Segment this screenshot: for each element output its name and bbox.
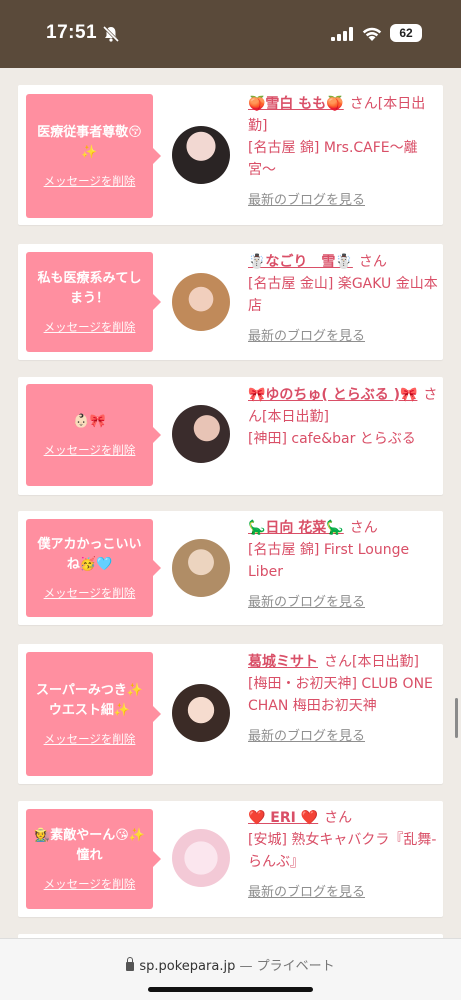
cast-name-link[interactable]: ☃️なごり 雪☃️ bbox=[248, 254, 353, 270]
wifi-icon bbox=[362, 27, 382, 41]
cast-name-link[interactable]: 🦕日向 花菜🦕 bbox=[248, 520, 344, 536]
attendance-status: [本日出勤] bbox=[262, 409, 329, 425]
message-bubble: 👶🏻🎀 メッセージを削除 bbox=[26, 384, 161, 486]
scrollbar-thumb[interactable] bbox=[455, 698, 458, 738]
delete-message-link[interactable]: メッセージを削除 bbox=[44, 173, 136, 189]
message-card: 🧑‍🌾素敵やーん😘✨憧れ メッセージを削除 ❤️ ERI ❤️ さん [安城] 熟… bbox=[18, 801, 443, 917]
avatar[interactable] bbox=[172, 126, 230, 184]
url-separator: — bbox=[235, 959, 257, 974]
delete-message-link[interactable]: メッセージを削除 bbox=[44, 876, 136, 892]
message-bubble: 🧑‍🌾素敵やーん😘✨憧れ メッセージを削除 bbox=[26, 809, 161, 909]
cast-name-link[interactable]: 🍑雪白 もも🍑 bbox=[248, 96, 344, 112]
cast-info: 葛城ミサト さん[本日出勤] [梅田・お初天神] CLUB ONE CHAN 梅田… bbox=[248, 651, 438, 744]
message-text: スーパーみつき✨ウエスト細✨ bbox=[35, 683, 144, 718]
shop-name: [梅田・お初天神] CLUB ONE CHAN 梅田お初天神 bbox=[248, 676, 433, 714]
message-text: 🧑‍🌾素敵やーん😘✨憧れ bbox=[34, 828, 145, 863]
honorific-label: さん bbox=[324, 810, 353, 826]
avatar[interactable] bbox=[172, 405, 230, 463]
cast-name-link[interactable]: ❤️ ERI ❤️ bbox=[248, 810, 318, 826]
message-bubble: 医療従事者尊敬😚✨ メッセージを削除 bbox=[26, 94, 161, 218]
private-mode-label: プライベート bbox=[256, 959, 335, 974]
home-indicator[interactable] bbox=[148, 987, 313, 992]
message-card: スーパーみつき✨ウエスト細✨ メッセージを削除 葛城ミサト さん[本日出勤] [梅… bbox=[18, 644, 443, 784]
honorific-label: さん bbox=[324, 654, 352, 670]
message-card: 私も医療系みてしまう！ メッセージを削除 ☃️なごり 雪☃️ さん [名古屋 金山… bbox=[18, 244, 443, 360]
cast-info: ☃️なごり 雪☃️ さん [名古屋 金山] 楽GAKU 金山本店 最新のブログを見… bbox=[248, 251, 438, 344]
status-bar: 17:51 62 bbox=[0, 0, 461, 68]
latest-blog-link[interactable]: 最新のブログを見る bbox=[248, 325, 438, 344]
latest-blog-link[interactable]: 最新のブログを見る bbox=[248, 591, 438, 610]
lock-icon bbox=[126, 957, 135, 971]
cast-info: 🦕日向 花菜🦕 さん [名古屋 錦] First Lounge Liber 最新の… bbox=[248, 517, 438, 610]
cast-name-link[interactable]: 葛城ミサト bbox=[248, 654, 318, 670]
status-time: 17:51 bbox=[46, 22, 98, 43]
honorific-label: さん bbox=[349, 520, 378, 536]
browser-bottom-bar: sp.pokepara.jp — プライベート bbox=[0, 938, 461, 1000]
message-text: 医療従事者尊敬😚✨ bbox=[37, 125, 142, 160]
message-text: 僕アカかっこいいね🥳🩵 bbox=[37, 537, 142, 572]
url-domain: sp.pokepara.jp bbox=[139, 959, 236, 974]
shop-name: [名古屋 金山] 楽GAKU 金山本店 bbox=[248, 276, 438, 314]
message-list: 医療従事者尊敬😚✨ メッセージを削除 🍑雪白 もも🍑 さん[本日出勤] [名古屋 … bbox=[0, 68, 461, 938]
message-bubble: スーパーみつき✨ウエスト細✨ メッセージを削除 bbox=[26, 652, 161, 776]
bell-off-icon bbox=[102, 25, 120, 43]
message-card: 医療従事者尊敬😚✨ メッセージを削除 🍑雪白 もも🍑 さん[本日出勤] [名古屋 … bbox=[18, 85, 443, 225]
address-bar[interactable]: sp.pokepara.jp — プライベート bbox=[0, 955, 461, 974]
battery-indicator: 62 bbox=[390, 24, 422, 42]
shop-name: [安城] 熟女キャバクラ『乱舞-らんぶ』 bbox=[248, 832, 437, 870]
delete-message-link[interactable]: メッセージを削除 bbox=[44, 585, 136, 601]
cast-info: 🍑雪白 もも🍑 さん[本日出勤] [名古屋 錦] Mrs.CAFE〜離宮〜 最新の… bbox=[248, 93, 438, 208]
cast-name-link[interactable]: 🎀ゆのちゅ( とらぶる )🎀 bbox=[248, 387, 417, 403]
latest-blog-link[interactable]: 最新のブログを見る bbox=[248, 725, 438, 744]
delete-message-link[interactable]: メッセージを削除 bbox=[44, 319, 136, 335]
latest-blog-link[interactable]: 最新のブログを見る bbox=[248, 189, 438, 208]
honorific-label: さん bbox=[358, 254, 387, 270]
latest-blog-link[interactable]: 最新のブログを見る bbox=[248, 881, 438, 900]
cast-info: 🎀ゆのちゅ( とらぶる )🎀 さん[本日出勤] [神田] cafe&bar とらぶ… bbox=[248, 384, 438, 450]
message-card: 👶🏻🎀 メッセージを削除 🎀ゆのちゅ( とらぶる )🎀 さん[本日出勤] [神田]… bbox=[18, 377, 443, 495]
cellular-signal-icon bbox=[331, 27, 353, 41]
honorific-label: さん bbox=[349, 96, 378, 112]
avatar[interactable] bbox=[172, 684, 230, 742]
shop-name: [神田] cafe&bar とらぶる bbox=[248, 431, 416, 447]
attendance-status: [本日出勤] bbox=[352, 654, 419, 670]
delete-message-link[interactable]: メッセージを削除 bbox=[44, 731, 136, 747]
avatar[interactable] bbox=[172, 539, 230, 597]
delete-message-link[interactable]: メッセージを削除 bbox=[44, 442, 136, 458]
avatar[interactable] bbox=[172, 273, 230, 331]
message-card: 僕アカかっこいいね🥳🩵 メッセージを削除 🦕日向 花菜🦕 さん [名古屋 錦] F… bbox=[18, 511, 443, 625]
message-bubble: 私も医療系みてしまう！ メッセージを削除 bbox=[26, 252, 161, 352]
shop-name: [名古屋 錦] First Lounge Liber bbox=[248, 542, 410, 580]
shop-name: [名古屋 錦] Mrs.CAFE〜離宮〜 bbox=[248, 140, 418, 178]
message-bubble: 僕アカかっこいいね🥳🩵 メッセージを削除 bbox=[26, 519, 161, 617]
message-text: 私も医療系みてしまう！ bbox=[37, 271, 142, 306]
message-text: 👶🏻🎀 bbox=[73, 414, 106, 429]
avatar[interactable] bbox=[172, 829, 230, 887]
cast-info: ❤️ ERI ❤️ さん [安城] 熟女キャバクラ『乱舞-らんぶ』 最新のブログを… bbox=[248, 807, 438, 900]
